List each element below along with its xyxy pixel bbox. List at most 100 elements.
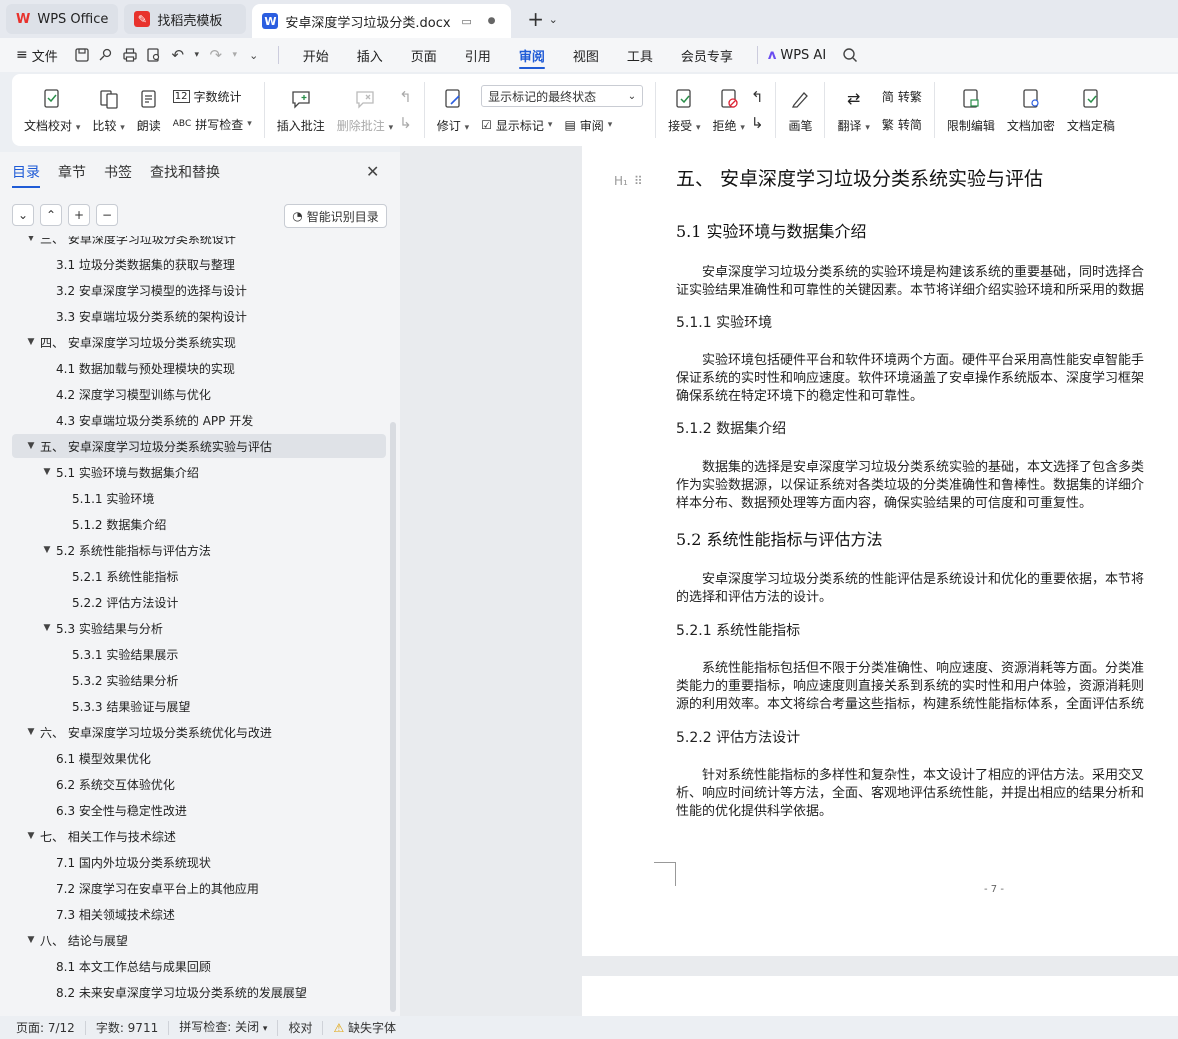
toc-item[interactable]: 5.2.2 评估方法设计 [12,590,386,614]
delete-comment-button[interactable]: 删除批注 ▾ [337,78,393,142]
heading-handle[interactable]: H₁ ⠿ [614,174,643,188]
tab-review[interactable]: 审阅 [518,38,545,72]
chevron-down-icon[interactable]: ▼ [24,727,38,737]
spell-check-button[interactable]: ABC 拼写检查 ▾ [173,114,252,134]
brush-button[interactable]: 画笔 [788,78,812,142]
search-icon[interactable] [840,45,860,65]
toc-item[interactable]: 3.3 安卓端垃圾分类系统的架构设计 [12,304,386,328]
new-tab-button[interactable]: + [525,7,547,31]
toc-scrollbar[interactable] [390,422,396,1012]
print-icon[interactable] [120,45,140,65]
toc-item[interactable]: 7.2 深度学习在安卓平台上的其他应用 [12,876,386,900]
word-count-status[interactable]: 字数: 9711 [86,1020,170,1035]
chevron-down-icon[interactable]: ▼ [24,236,38,243]
word-count-button[interactable]: 12 字数统计 [172,86,252,106]
toc-item[interactable]: ▼ 七、 相关工作与技术综述 [12,824,386,848]
toc-item[interactable]: 3.1 垃圾分类数据集的获取与整理 [12,252,386,276]
print-preview-icon[interactable] [144,45,164,65]
monitor-icon[interactable]: ▭ [458,12,476,30]
prev-change-icon[interactable]: ↰ [751,88,764,106]
toc-item[interactable]: ▼ 5.1 实验环境与数据集介绍 [12,460,386,484]
toc-item[interactable]: ▼ 四、 安卓深度学习垃圾分类系统实现 [12,330,386,354]
chevron-down-icon[interactable]: ▼ [24,935,38,945]
revise-button[interactable]: 修订 ▾ [437,78,469,142]
translate-button[interactable]: ⇄ 翻译 ▾ [837,78,869,142]
close-icon[interactable]: ✕ [366,162,379,181]
toc-item[interactable]: 7.3 相关领域技术综述 [12,902,386,926]
toc-item[interactable]: 4.3 安卓端垃圾分类系统的 APP 开发 [12,408,386,432]
toc-item[interactable]: 5.1.1 实验环境 [12,486,386,510]
tab-membership[interactable]: 会员专享 [681,38,733,72]
tab-references[interactable]: 引用 [465,38,491,72]
chevron-down-icon[interactable]: ▼ [40,545,54,555]
toc-item[interactable]: 6.2 系统交互体验优化 [12,772,386,796]
encrypt-button[interactable]: 文档加密 [1007,78,1055,142]
chevron-down-icon[interactable]: ⌄ [549,13,558,26]
undo-icon[interactable]: ↶ [168,45,188,65]
next-change-icon[interactable]: ↳ [751,114,764,132]
toc-item[interactable]: 5.3.3 结果验证与展望 [12,694,386,718]
save-icon[interactable] [72,45,92,65]
chevron-down-icon[interactable]: ▼ [24,337,38,347]
toc-item[interactable]: 4.1 数据加载与预处理模块的实现 [12,356,386,380]
tab-document[interactable]: W 安卓深度学习垃圾分类.docx ▭ ● [252,4,511,38]
reject-button[interactable]: 拒绝 ▾ [713,78,745,142]
tab-wps-office[interactable]: W WPS Office [6,4,119,34]
page-indicator[interactable]: 页面: 7/12 [16,1020,86,1035]
toc-item[interactable]: 7.1 国内外垃圾分类系统现状 [12,850,386,874]
smart-toc-button[interactable]: ◔ 智能识别目录 [284,204,387,228]
tab-page[interactable]: 页面 [411,38,437,72]
export-icon[interactable] [96,45,116,65]
chevron-up-icon[interactable]: ⌃ [40,204,62,226]
nav-tab-toc[interactable]: 目录 [12,162,40,188]
compare-button[interactable]: 比较 ▾ [92,78,125,142]
toc-item[interactable]: 5.2.1 系统性能指标 [12,564,386,588]
review-pane-button[interactable]: ▤ 审阅 ▾ [564,115,612,135]
chevron-down-icon[interactable]: ▼ [24,831,38,841]
tab-home[interactable]: 开始 [303,38,329,72]
nav-tab-find-replace[interactable]: 查找和替换 [150,162,220,188]
chevron-down-icon[interactable]: ▾ [192,45,202,65]
wps-ai-button[interactable]: ᴧ WPS AI [768,48,826,63]
nav-tab-chapters[interactable]: 章节 [58,162,86,188]
nav-tab-bookmarks[interactable]: 书签 [104,162,132,188]
toc-item[interactable]: ▼ 5.2 系统性能指标与评估方法 [12,538,386,562]
redo-icon[interactable]: ↷ [206,45,226,65]
toc-item[interactable]: 5.3.1 实验结果展示 [12,642,386,666]
plus-icon[interactable]: + [68,204,90,226]
toc-item[interactable]: 4.2 深度学习模型训练与优化 [12,382,386,406]
toc-item[interactable]: ▼ 三、 安卓深度学习垃圾分类系统设计 [12,236,386,250]
tab-tools[interactable]: 工具 [627,38,653,72]
chevron-down-icon[interactable]: ▼ [40,623,54,633]
toc-item[interactable]: ▼ 八、 结论与展望 [12,928,386,952]
toc-item[interactable]: ▼ 5.3 实验结果与分析 [12,616,386,640]
chevron-down-icon[interactable]: ▼ [40,467,54,477]
toc-item[interactable]: 8.1 本文工作总结与成果回顾 [12,954,386,978]
toc-item[interactable]: 6.1 模型效果优化 [12,746,386,770]
accept-button[interactable]: 接受 ▾ [668,78,701,142]
doc-check-button[interactable]: 文档校对 ▾ [24,78,80,142]
more-chevron-icon[interactable]: ⌄ [244,45,264,65]
finalize-button[interactable]: 文档定稿 [1067,78,1115,142]
missing-font-status[interactable]: ⚠ 缺失字体 [323,1021,406,1035]
tab-view[interactable]: 视图 [573,38,599,72]
read-aloud-button[interactable]: 朗读 [137,78,161,142]
markup-state-select[interactable]: 显示标记的最终状态 ⌄ [481,85,644,107]
toc-item[interactable]: 8.2 未来安卓深度学习垃圾分类系统的发展展望 [12,980,386,1004]
tab-insert[interactable]: 插入 [357,38,383,72]
toc-item[interactable]: ▼ 五、 安卓深度学习垃圾分类系统实验与评估 [12,434,386,458]
spell-check-status[interactable]: 拼写检查: 关闭 ▾ [169,1019,279,1036]
to-simplified-button[interactable]: 繁 转简 [882,114,922,134]
to-traditional-button[interactable]: 简 转繁 [882,86,922,106]
toc-item[interactable]: 5.3.2 实验结果分析 [12,668,386,692]
show-marks-button[interactable]: ☑ 显示标记 ▾ [481,115,552,135]
tab-templates[interactable]: ✎ 找稻壳模板 [124,4,247,34]
file-menu[interactable]: ≡ 文件 [16,46,58,65]
chevron-down-icon[interactable]: ⌄ [12,204,34,226]
prev-comment-icon[interactable]: ↰ [399,88,412,106]
proof-status[interactable]: 校对 [278,1020,324,1035]
insert-comment-button[interactable]: 插入批注 [277,78,325,142]
restrict-edit-button[interactable]: 限制编辑 [947,78,995,142]
chevron-down-icon[interactable]: ▼ [24,441,38,451]
toc-item[interactable]: ▼ 六、 安卓深度学习垃圾分类系统优化与改进 [12,720,386,744]
